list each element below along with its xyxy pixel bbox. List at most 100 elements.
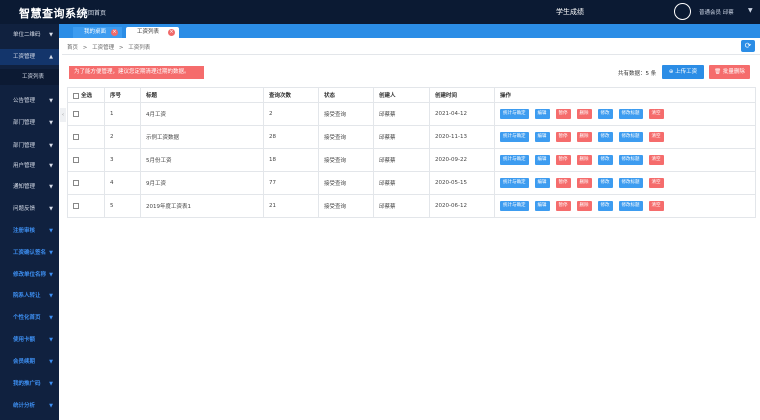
cell-actions: 统计与确定 编辑 暂停 删除 修改 修改标题 清空: [494, 171, 756, 195]
sidebar-item-label: 使用卡额: [13, 337, 36, 343]
sidebar-item-notify-manage[interactable]: 通知管理 ▼: [0, 179, 59, 195]
breadcrumb-home[interactable]: 首页: [67, 45, 78, 51]
batch-delete-button[interactable]: 🗑 批量删除: [709, 65, 750, 79]
cell-created: 2020-11-13: [429, 125, 495, 149]
cell-select[interactable]: [67, 194, 105, 218]
modify-title-button[interactable]: 修改标题: [618, 155, 643, 165]
cell-select[interactable]: [67, 148, 105, 172]
delete-button[interactable]: 删除: [576, 155, 592, 165]
close-icon[interactable]: ×: [168, 29, 175, 36]
cell-select[interactable]: [67, 125, 105, 149]
modify-button[interactable]: 修改: [597, 155, 613, 165]
modify-button[interactable]: 修改: [597, 178, 613, 188]
table-row: 2 示例工资数据 28 接受查询 邱蔡蔡 2020-11-13 统计与确定 编辑暂…: [67, 125, 756, 149]
clear-button[interactable]: 清空: [648, 132, 664, 142]
chevron-down-icon: ▼: [49, 206, 53, 212]
pause-button[interactable]: 暂停: [555, 201, 571, 211]
refresh-button[interactable]: ⟳: [741, 40, 755, 52]
row-checkbox[interactable]: [73, 110, 79, 117]
sidebar-item-user-manage[interactable]: 用户管理 ▼: [0, 158, 59, 174]
table-row: 3 5月份工资 18 接受查询 邱蔡蔡 2020-09-22 统计与确定 编辑 暂停…: [67, 148, 756, 172]
delete-button[interactable]: 删除: [576, 109, 592, 119]
modify-title-button[interactable]: 修改标题: [618, 201, 643, 211]
cell-count: 28: [263, 125, 319, 149]
chevron-down-icon: ▼: [49, 315, 53, 321]
avatar[interactable]: [674, 3, 691, 20]
stats-confirm-button[interactable]: 统计与确定: [500, 201, 529, 211]
row-checkbox[interactable]: [73, 179, 79, 186]
stats-confirm-button[interactable]: 统计与确定: [500, 155, 529, 165]
chevron-down-icon: ▼: [49, 403, 53, 409]
edit-button[interactable]: 编辑: [534, 109, 550, 119]
user-info[interactable]: 普通会员 邱蔡: [699, 8, 734, 16]
pause-button[interactable]: 暂停: [555, 178, 571, 188]
sidebar-item-label: 会员续期: [13, 359, 36, 365]
modify-button[interactable]: 修改: [597, 201, 613, 211]
modify-button[interactable]: 修改: [597, 132, 613, 142]
sidebar-collapse-handle[interactable]: ‹: [60, 108, 66, 122]
clear-button[interactable]: 清空: [648, 155, 664, 165]
modify-title-button[interactable]: 修改标题: [618, 132, 643, 142]
clear-button[interactable]: 清空: [648, 178, 664, 188]
tab-salary-list[interactable]: 工资列表 ×: [126, 27, 179, 38]
chevron-up-icon: ▲: [49, 54, 53, 60]
sidebar-item-analytics[interactable]: 统计分析 ▼: [0, 398, 59, 414]
cell-actions: 统计与确定 编辑 暂停 删除 修改 修改标题 清空: [494, 125, 756, 149]
sidebar-item-card-usage[interactable]: 使用卡额 ▼: [0, 332, 59, 348]
tab-my-desktop[interactable]: 我的桌面 ×: [73, 27, 122, 38]
delete-button[interactable]: 删除: [576, 132, 592, 142]
sidebar-item-salary-sign[interactable]: 工资确认签名 ▼: [0, 245, 59, 261]
delete-button[interactable]: 删除: [576, 178, 592, 188]
column-header-select-all[interactable]: 全选: [67, 87, 105, 103]
modify-title-button[interactable]: 修改标题: [618, 109, 643, 119]
close-icon[interactable]: ×: [111, 29, 118, 36]
edit-button[interactable]: 编辑: [534, 178, 550, 188]
cell-title: 示例工资数据: [140, 125, 264, 149]
row-checkbox[interactable]: [73, 133, 79, 140]
pause-button[interactable]: 暂停: [555, 155, 571, 165]
checkbox-select-all[interactable]: [73, 92, 79, 99]
sidebar-item-dept-manage-2[interactable]: 部门管理 ▼: [0, 138, 59, 154]
edit-button[interactable]: 编辑: [534, 132, 550, 142]
sidebar-item-salary-list[interactable]: 工资列表: [0, 69, 59, 85]
cell-index: 2: [104, 125, 141, 149]
sidebar-item-qrcode[interactable]: 单位二维码 ▼: [0, 27, 59, 43]
stats-confirm-button[interactable]: 统计与确定: [500, 132, 529, 142]
sidebar-item-notice-manage[interactable]: 公告管理 ▼: [0, 93, 59, 109]
batch-delete-label: 批量删除: [722, 69, 745, 75]
edit-button[interactable]: 编辑: [534, 155, 550, 165]
sidebar-item-promo-code[interactable]: 我的推广码 ▼: [0, 376, 59, 392]
row-checkbox[interactable]: [73, 156, 79, 163]
sidebar-item-label: 我的推广码: [13, 381, 41, 387]
edit-button[interactable]: 编辑: [534, 201, 550, 211]
column-header-created: 创建时间: [429, 87, 495, 103]
chevron-down-icon[interactable]: ▼: [748, 7, 753, 14]
sidebar-item-feedback[interactable]: 问题反馈 ▼: [0, 201, 59, 217]
sidebar-item-salary-manage[interactable]: 工资管理 ▲: [0, 49, 59, 65]
breadcrumb-level1[interactable]: 工资管理: [92, 45, 114, 51]
modify-title-button[interactable]: 修改标题: [618, 178, 643, 188]
sidebar-item-register-review[interactable]: 注册审核 ▼: [0, 223, 59, 239]
cell-status: 接受查询: [318, 148, 374, 172]
pause-button[interactable]: 暂停: [555, 109, 571, 119]
cell-select[interactable]: [67, 102, 105, 126]
sidebar-item-membership[interactable]: 会员续期 ▼: [0, 354, 59, 370]
row-checkbox[interactable]: [73, 202, 79, 209]
clear-button[interactable]: 清空: [648, 201, 664, 211]
upload-salary-button[interactable]: ⊕ 上传工资: [662, 65, 704, 79]
back-home-link[interactable]: 返回首页: [82, 8, 106, 17]
table-row: 4 9月工资 77 接受查询 邱蔡蔡 2020-05-15 统计与确定 编辑 暂停删…: [67, 171, 756, 195]
sidebar-item-custom-home[interactable]: 个性化首页 ▼: [0, 310, 59, 326]
chevron-down-icon: ▼: [49, 293, 53, 299]
sidebar-item-transfer[interactable]: 院系人转让 ▼: [0, 288, 59, 304]
stats-confirm-button[interactable]: 统计与确定: [500, 178, 529, 188]
delete-button[interactable]: 删除: [576, 201, 592, 211]
sidebar-item-rename-unit[interactable]: 修改单位名称 ▼: [0, 267, 59, 283]
modify-button[interactable]: 修改: [597, 109, 613, 119]
cell-select[interactable]: [67, 171, 105, 195]
sidebar-item-dept-manage[interactable]: 部门管理 ▼: [0, 115, 59, 131]
pause-button[interactable]: 暂停: [555, 132, 571, 142]
clear-button[interactable]: 清空: [648, 109, 664, 119]
stats-confirm-button[interactable]: 统计与确定: [500, 109, 529, 119]
refresh-icon: ⟳: [744, 41, 752, 50]
